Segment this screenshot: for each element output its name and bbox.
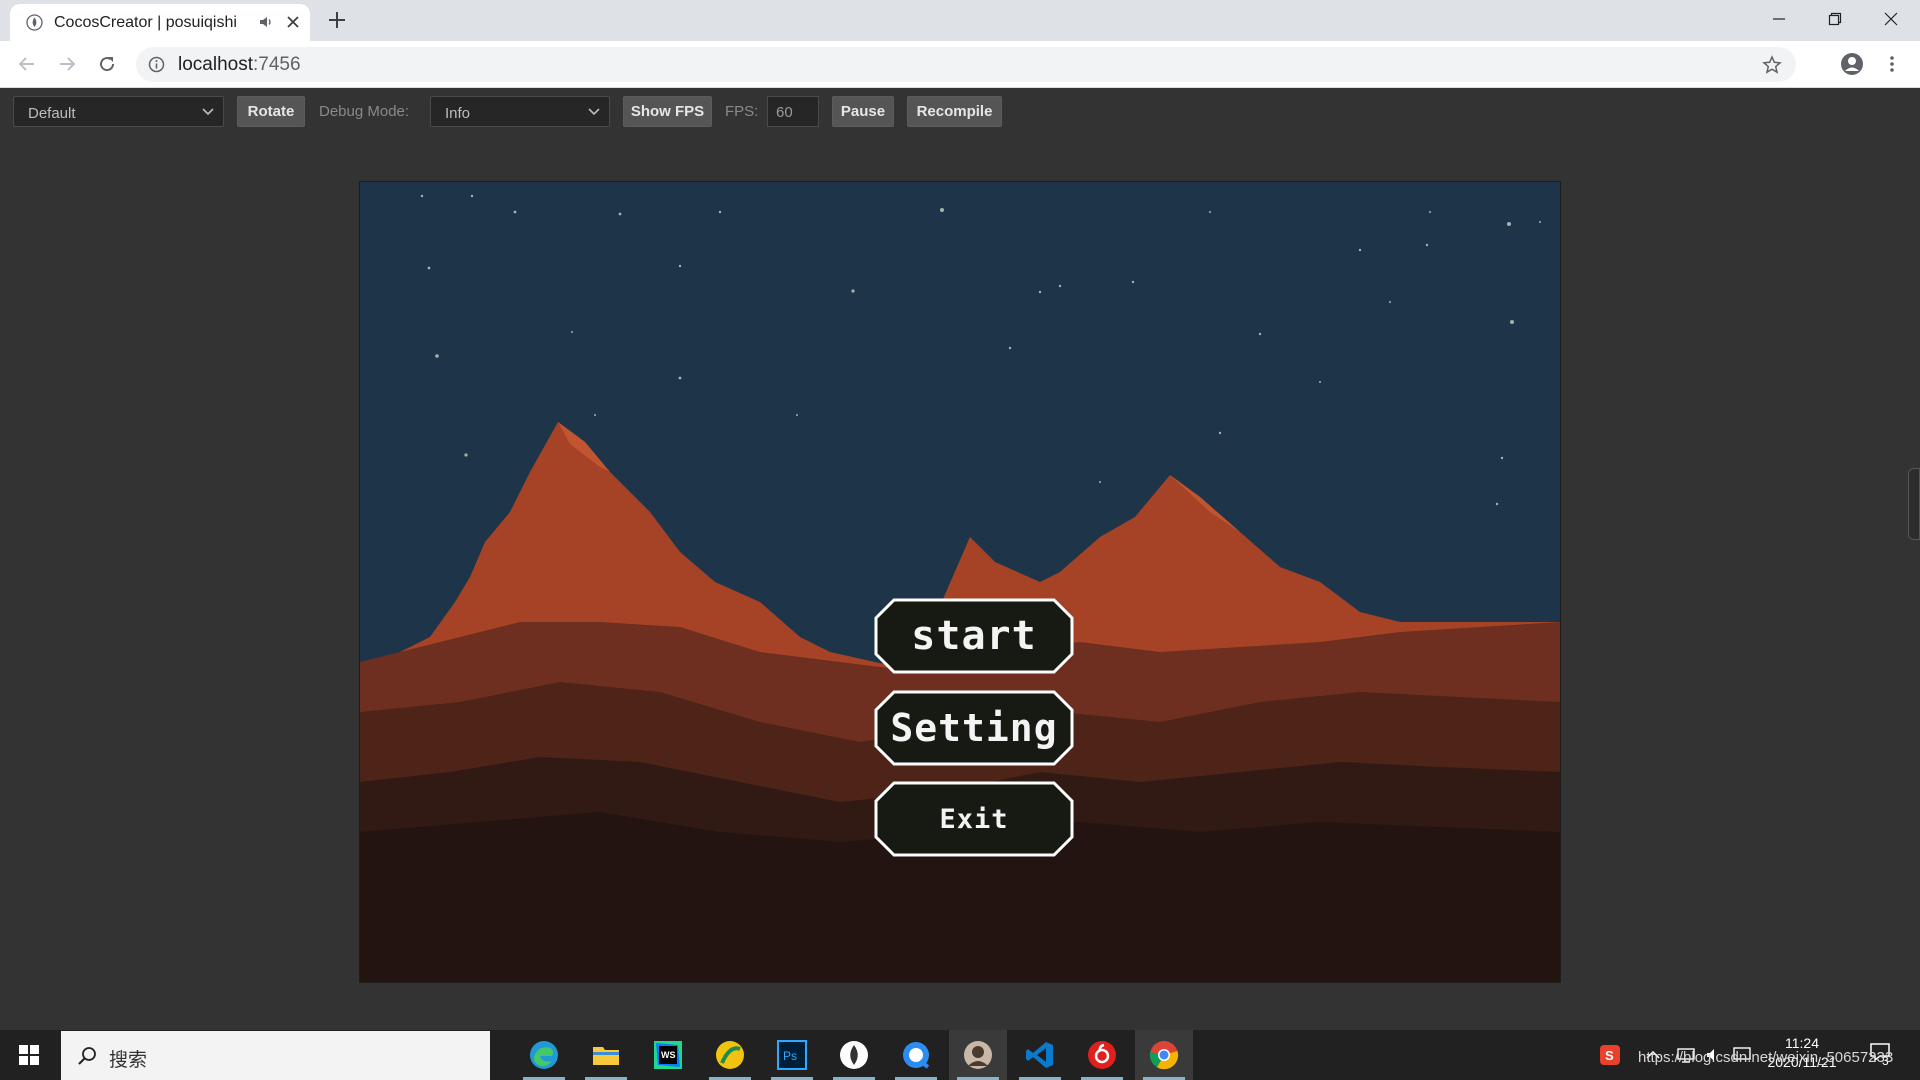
- user-app-icon: [964, 1041, 992, 1069]
- game-background: [360, 182, 1560, 982]
- fps-label: FPS:: [725, 103, 759, 120]
- taskbar-file-explorer[interactable]: [577, 1030, 635, 1080]
- setting-button-label: Setting: [890, 706, 1058, 750]
- url-text: localhost:7456: [178, 54, 301, 76]
- show-fps-button[interactable]: Show FPS: [623, 96, 712, 127]
- game-canvas[interactable]: start Setting Exit: [359, 181, 1561, 983]
- tab-close-icon[interactable]: [284, 13, 302, 31]
- fps-input[interactable]: 60: [767, 96, 819, 127]
- svg-text:WS: WS: [661, 1050, 676, 1060]
- device-select[interactable]: Default: [13, 96, 224, 127]
- file-explorer-icon: [593, 1047, 619, 1065]
- svg-text:Ps: Ps: [783, 1049, 797, 1063]
- device-select-value: Default: [28, 105, 76, 122]
- vscode-icon: [1026, 1042, 1053, 1068]
- app-yellow-icon: [716, 1041, 744, 1069]
- account-icon: [1841, 53, 1863, 75]
- cocos-icon: [840, 1041, 868, 1069]
- audio-playing-icon[interactable]: [257, 13, 275, 31]
- reload-icon: [100, 57, 115, 72]
- debug-mode-select[interactable]: Info: [430, 96, 610, 127]
- close-window-button[interactable]: [1863, 0, 1919, 38]
- browser-menu-button[interactable]: [1880, 52, 1904, 76]
- more-vert-icon: [1890, 56, 1894, 72]
- webstorm-icon: WS: [654, 1041, 682, 1069]
- profile-button[interactable]: [1840, 52, 1864, 76]
- rotate-button[interactable]: Rotate: [237, 96, 305, 127]
- taskbar-netease-music[interactable]: [1073, 1030, 1131, 1080]
- netease-music-icon: [1088, 1041, 1116, 1069]
- exit-button-label: Exit: [939, 803, 1009, 835]
- search-icon: [78, 1047, 96, 1065]
- debug-mode-label: Debug Mode:: [319, 103, 410, 120]
- debug-mode-value: Info: [445, 105, 471, 122]
- photoshop-icon: Ps: [777, 1040, 807, 1070]
- browser-tab[interactable]: CocosCreator | posuiqishi: [10, 4, 310, 41]
- restore-icon: [1828, 12, 1842, 26]
- reload-button[interactable]: [95, 52, 119, 76]
- minimize-icon: [1773, 18, 1785, 20]
- start-button[interactable]: start: [874, 598, 1074, 674]
- taskbar-vscode[interactable]: [1011, 1030, 1069, 1080]
- preview-toolbar: Default Rotate Debug Mode: Info Show FPS…: [0, 89, 1920, 134]
- start-button-label: start: [911, 613, 1037, 659]
- close-icon: [1884, 12, 1898, 26]
- url-port: :7456: [253, 54, 301, 75]
- address-bar[interactable]: localhost:7456: [136, 47, 1796, 82]
- side-panel-handle[interactable]: [1908, 468, 1920, 540]
- taskbar-user-app[interactable]: [949, 1030, 1007, 1080]
- csdn-watermark: https://blog.csdn.net/weixin_50657233: [1638, 1049, 1894, 1066]
- restore-window-button[interactable]: [1807, 0, 1863, 38]
- back-button[interactable]: [15, 52, 39, 76]
- edge-icon: [530, 1041, 558, 1069]
- taskbar-edge[interactable]: [515, 1030, 573, 1080]
- minimize-window-button[interactable]: [1751, 0, 1807, 38]
- app-blue-icon: [903, 1042, 930, 1069]
- recompile-button[interactable]: Recompile: [907, 96, 1002, 127]
- browser-toolbar: localhost:7456: [0, 41, 1920, 88]
- windows-logo-icon: [19, 1045, 39, 1065]
- taskbar-app-blue[interactable]: [887, 1030, 945, 1080]
- cocos-favicon-icon: [26, 14, 43, 31]
- bookmark-star-icon[interactable]: [1762, 55, 1782, 75]
- taskbar-cocos[interactable]: [825, 1030, 883, 1080]
- pause-button[interactable]: Pause: [832, 96, 894, 127]
- windows-taskbar: 搜索 WS Ps S 11:24 2020/11/21 3: [0, 1030, 1920, 1080]
- tab-title: CocosCreator | posuiqishi: [54, 14, 237, 31]
- chevron-down-icon: [588, 108, 600, 116]
- new-tab-icon[interactable]: [326, 9, 348, 31]
- start-menu-button[interactable]: [0, 1030, 58, 1080]
- exit-button[interactable]: Exit: [874, 781, 1074, 857]
- chrome-icon: [1149, 1041, 1179, 1070]
- search-placeholder: 搜索: [109, 1050, 148, 1071]
- taskbar-search[interactable]: 搜索: [61, 1031, 490, 1080]
- forward-button[interactable]: [55, 52, 79, 76]
- site-info-icon[interactable]: [148, 56, 165, 73]
- svg-text:S: S: [1605, 1048, 1614, 1063]
- url-host: localhost: [178, 54, 253, 75]
- arrow-right-icon: [60, 57, 76, 71]
- setting-button[interactable]: Setting: [874, 690, 1074, 766]
- taskbar-chrome[interactable]: [1135, 1030, 1193, 1080]
- taskbar-webstorm[interactable]: WS: [639, 1030, 697, 1080]
- sogou-input-icon[interactable]: S: [1599, 1044, 1621, 1066]
- chevron-down-icon: [202, 108, 214, 116]
- taskbar-app-yellow[interactable]: [701, 1030, 759, 1080]
- taskbar-photoshop[interactable]: Ps: [763, 1030, 821, 1080]
- arrow-left-icon: [18, 57, 34, 71]
- browser-tab-strip: CocosCreator | posuiqishi: [0, 0, 1920, 41]
